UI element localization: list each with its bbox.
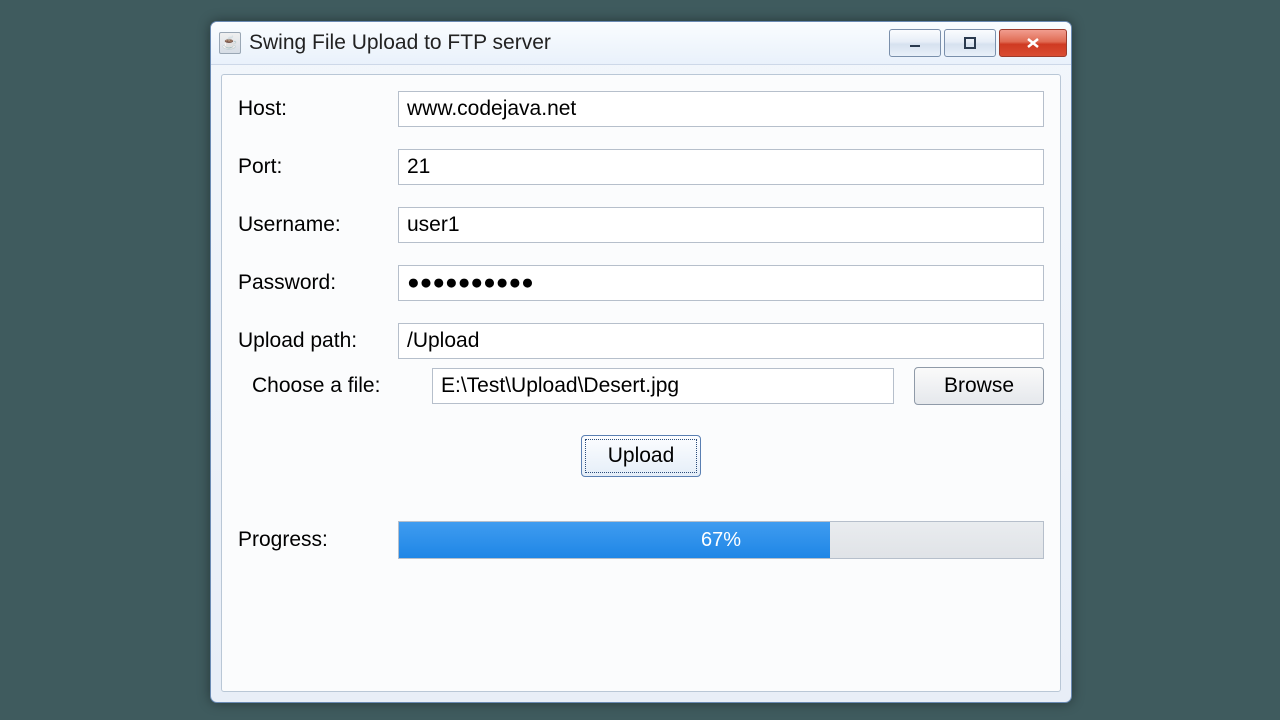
close-icon [1025,36,1041,50]
host-label: Host: [238,97,398,121]
file-path-field[interactable] [432,368,894,404]
port-field[interactable] [398,149,1044,185]
upload-path-field[interactable] [398,323,1044,359]
minimize-icon [908,36,922,50]
host-field[interactable] [398,91,1044,127]
upload-path-label: Upload path: [238,329,398,353]
progress-label: Progress: [238,528,398,552]
choose-file-label: Choose a file: [238,374,412,398]
maximize-button[interactable] [944,29,996,57]
progress-row: Progress: 67% [238,521,1044,559]
username-field[interactable] [398,207,1044,243]
choose-file-row: Choose a file: Browse [238,367,1044,405]
upload-button[interactable]: Upload [581,435,701,477]
password-label: Password: [238,271,398,295]
maximize-icon [963,36,977,50]
ftp-settings-form: Host: Port: Username: Password: Upload p… [238,91,1044,359]
upload-row: Upload [238,435,1044,477]
close-button[interactable] [999,29,1067,57]
app-window: ☕ Swing File Upload to FTP server Host: … [210,21,1072,703]
browse-button[interactable]: Browse [914,367,1044,405]
titlebar[interactable]: ☕ Swing File Upload to FTP server [211,22,1071,65]
username-label: Username: [238,213,398,237]
password-field[interactable] [398,265,1044,301]
java-icon: ☕ [219,32,241,54]
client-area: Host: Port: Username: Password: Upload p… [221,74,1061,692]
progress-text: 67% [399,522,1043,558]
progress-bar: 67% [398,521,1044,559]
port-label: Port: [238,155,398,179]
minimize-button[interactable] [889,29,941,57]
window-controls [886,29,1067,57]
window-title: Swing File Upload to FTP server [249,31,551,55]
